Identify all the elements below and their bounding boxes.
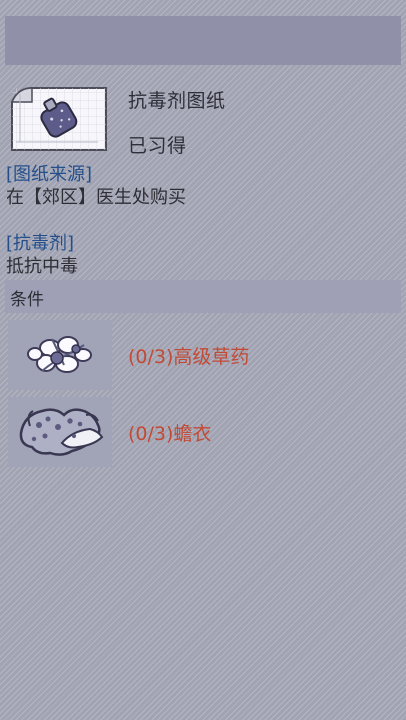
source-text: 在【郊区】医生处购买: [6, 187, 186, 208]
blueprint-card: [8, 84, 110, 154]
toad-skin-icon: [8, 397, 112, 467]
requirement-row: (0/3)蟾衣: [8, 397, 404, 469]
item-title: 抗毒剂图纸: [128, 90, 226, 112]
requirement-row: (0/3)高级草药: [8, 320, 404, 392]
requirement-label: (0/3)蟾衣: [128, 423, 212, 445]
blueprint-icon: [10, 87, 107, 151]
conditions-header: [5, 280, 401, 313]
herb-icon: [8, 320, 112, 390]
requirement-label: (0/3)高级草药: [128, 346, 250, 368]
effect-text: 抵抗中毒: [6, 256, 78, 277]
learned-status: 已习得: [128, 135, 187, 157]
top-bar: [5, 16, 401, 65]
conditions-label: 条件: [10, 290, 44, 310]
